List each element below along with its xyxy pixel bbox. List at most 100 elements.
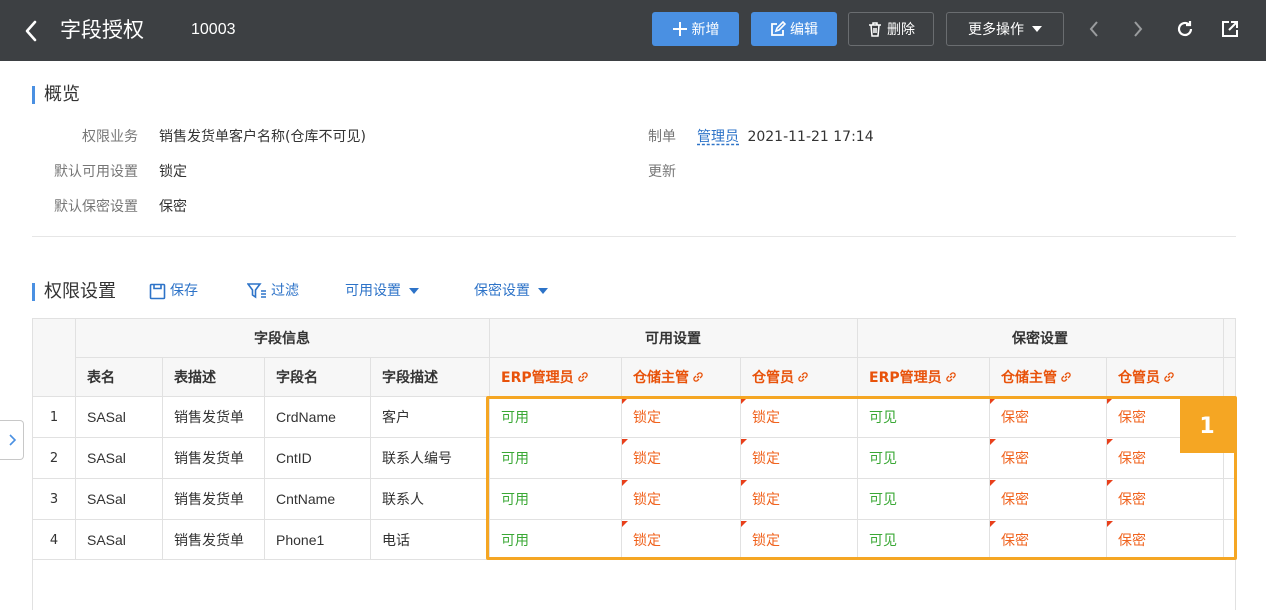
cell-avail-setting[interactable]: 可用 (489, 397, 621, 437)
cell-avail-setting[interactable]: 锁定 (740, 520, 857, 560)
col-header-role[interactable]: 仓储主管 (621, 357, 740, 396)
next-record-button[interactable] (1126, 16, 1150, 42)
cell-avail-setting[interactable]: 锁定 (621, 479, 740, 519)
default-avail-label: 默认可用设置 (54, 164, 138, 180)
save-icon (149, 283, 166, 299)
cell-avail-setting[interactable]: 锁定 (621, 520, 740, 560)
creator-label: 制单 (648, 129, 676, 145)
col-header-table-name[interactable]: 表名 (75, 357, 162, 396)
cell-table-desc[interactable]: 销售发货单 (162, 520, 264, 560)
cell-secret-setting[interactable]: 保密 (989, 397, 1106, 437)
cell-secret-setting[interactable]: 可见 (857, 438, 989, 478)
col-header-role[interactable]: ERP管理员 (489, 357, 621, 396)
modified-marker-icon (741, 480, 747, 486)
role-name: 仓管员 (752, 369, 794, 386)
cell-avail-setting[interactable]: 锁定 (621, 438, 740, 478)
cell-secret-setting[interactable]: 保密 (1106, 479, 1223, 519)
cell-avail-setting[interactable]: 锁定 (740, 397, 857, 437)
chevron-left-icon (25, 20, 37, 42)
cell-secret-setting[interactable]: 保密 (989, 520, 1106, 560)
cell-field-desc[interactable]: 联系人 (370, 479, 489, 519)
cell-field-desc[interactable]: 客户 (370, 397, 489, 437)
cell-field-name[interactable]: CntName (264, 479, 370, 519)
col-header-role[interactable]: 仓储主管 (989, 357, 1106, 396)
secret-settings-dropdown[interactable]: 保密设置 (474, 281, 548, 301)
modified-marker-icon (622, 439, 628, 445)
chevron-left-icon (1089, 21, 1098, 37)
avail-settings-dropdown[interactable]: 可用设置 (345, 281, 419, 301)
row-number: 4 (49, 532, 59, 548)
delete-button[interactable]: 删除 (848, 12, 934, 46)
link-icon (1164, 371, 1174, 382)
cell-field-name[interactable]: CrdName (264, 397, 370, 437)
col-header-role[interactable]: 仓管员 (1106, 357, 1223, 396)
save-button[interactable]: 保存 (149, 281, 198, 301)
cell-avail-setting[interactable]: 可用 (489, 520, 621, 560)
open-external-button[interactable] (1218, 16, 1242, 42)
cell-avail-setting[interactable]: 锁定 (740, 479, 857, 519)
cell-avail-setting[interactable]: 锁定 (740, 438, 857, 478)
cell-field-desc[interactable]: 联系人编号 (370, 438, 489, 478)
back-button[interactable] (18, 14, 44, 48)
save-button-label: 保存 (170, 283, 198, 299)
col-header-table-desc[interactable]: 表描述 (162, 357, 264, 396)
cell-field-desc[interactable]: 电话 (370, 520, 489, 560)
col-header-field-desc[interactable]: 字段描述 (370, 357, 489, 396)
side-panel-toggle[interactable] (0, 420, 24, 460)
cell-secret-setting[interactable]: 保密 (989, 479, 1106, 519)
cell-avail-setting[interactable]: 可用 (489, 479, 621, 519)
col-header-field-name[interactable]: 字段名 (264, 357, 370, 396)
modified-marker-icon (990, 439, 996, 445)
more-actions-label: 更多操作 (968, 22, 1024, 38)
perm-settings-section-title: 权限设置 (32, 280, 116, 304)
add-button[interactable]: 新增 (652, 12, 739, 46)
cell-secret-setting[interactable]: 可见 (857, 397, 989, 437)
modified-marker-icon (741, 439, 747, 445)
default-avail-value: 锁定 (159, 164, 187, 180)
cell-secret-setting[interactable]: 可见 (857, 520, 989, 560)
row-number: 1 (49, 409, 59, 425)
edit-button-label: 编辑 (790, 22, 818, 38)
creator-user-link[interactable]: 管理员 (697, 129, 739, 145)
col-header-role[interactable]: 仓管员 (740, 357, 857, 396)
row-number: 3 (49, 491, 59, 507)
modified-marker-icon (741, 521, 747, 527)
cell-secret-setting[interactable]: 保密 (989, 438, 1106, 478)
refresh-icon (1177, 21, 1193, 37)
external-link-icon (1222, 21, 1238, 37)
cell-table-name[interactable]: SASal (75, 397, 162, 437)
cell-table-name[interactable]: SASal (75, 479, 162, 519)
prev-record-button[interactable] (1082, 16, 1106, 42)
cell-table-desc[interactable]: 销售发货单 (162, 479, 264, 519)
cell-table-name[interactable]: SASal (75, 438, 162, 478)
cell-table-desc[interactable]: 销售发货单 (162, 397, 264, 437)
document-number: 10003 (191, 21, 236, 38)
cell-avail-setting[interactable]: 可用 (489, 438, 621, 478)
link-icon (798, 371, 808, 382)
grid-line (75, 357, 1235, 358)
modified-marker-icon (741, 398, 747, 404)
cell-table-desc[interactable]: 销售发货单 (162, 438, 264, 478)
caret-down-icon (409, 288, 419, 294)
cell-secret-setting[interactable]: 可见 (857, 479, 989, 519)
filter-button[interactable]: 过滤 (247, 281, 299, 301)
cell-avail-setting[interactable]: 锁定 (621, 397, 740, 437)
annotation-badge: 1 (1180, 399, 1234, 453)
more-actions-button[interactable]: 更多操作 (946, 12, 1064, 46)
filter-button-label: 过滤 (271, 283, 299, 299)
refresh-button[interactable] (1173, 16, 1197, 42)
modified-marker-icon (622, 521, 628, 527)
page-title: 字段授权 (60, 18, 144, 42)
cell-secret-setting[interactable]: 保密 (1106, 520, 1223, 560)
update-label: 更新 (648, 164, 676, 180)
modified-marker-icon (1107, 521, 1113, 527)
trash-icon (869, 22, 881, 37)
modified-marker-icon (1107, 480, 1113, 486)
cell-table-name[interactable]: SASal (75, 520, 162, 560)
col-header-role[interactable]: ERP管理员 (857, 357, 989, 396)
link-icon (693, 371, 703, 382)
cell-field-name[interactable]: CntID (264, 438, 370, 478)
edit-button[interactable]: 编辑 (751, 12, 837, 46)
cell-field-name[interactable]: Phone1 (264, 520, 370, 560)
role-name: ERP管理员 (869, 369, 942, 386)
